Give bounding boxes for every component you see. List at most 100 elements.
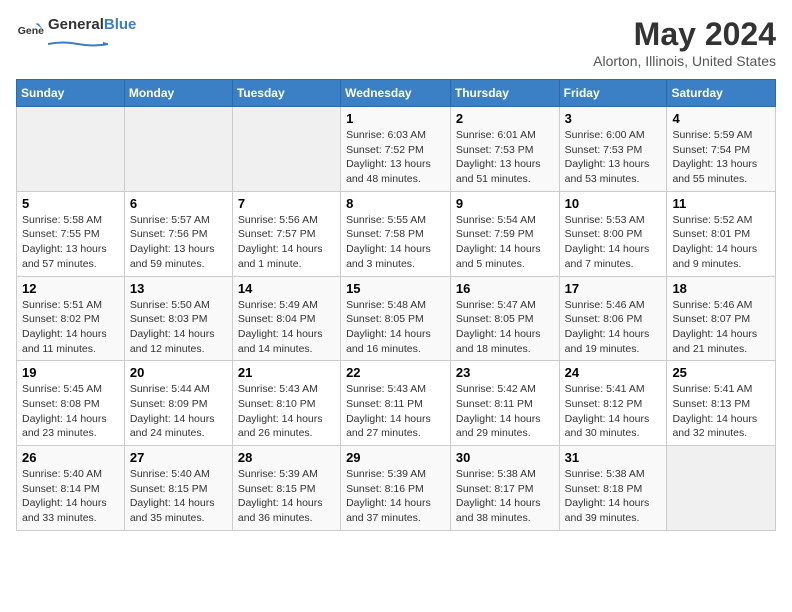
day-number: 11 bbox=[672, 196, 770, 211]
day-cell: 13Sunrise: 5:50 AMSunset: 8:03 PMDayligh… bbox=[124, 276, 232, 361]
logo-icon: General bbox=[16, 20, 44, 48]
day-cell bbox=[17, 107, 125, 192]
day-cell: 10 Sunrise: 5:53 AMSunset: 8:00 PMDayligh… bbox=[559, 191, 667, 276]
main-title: May 2024 bbox=[593, 16, 776, 53]
day-number: 31 bbox=[565, 450, 662, 465]
col-header-sunday: Sunday bbox=[17, 80, 125, 107]
calendar-body: 1 Sunrise: 6:03 AMSunset: 7:52 PMDaylight… bbox=[17, 107, 776, 531]
header: General GeneralBlue May 2024 Alorton, Il… bbox=[16, 16, 776, 69]
day-cell: 6 Sunrise: 5:57 AMSunset: 7:56 PMDaylight… bbox=[124, 191, 232, 276]
day-info: Sunrise: 5:48 AMSunset: 8:05 PMDaylight:… bbox=[346, 298, 445, 357]
day-info: Sunrise: 5:43 AMSunset: 8:10 PMDaylight:… bbox=[238, 382, 335, 441]
day-number: 6 bbox=[130, 196, 227, 211]
day-info: Sunrise: 5:38 AMSunset: 8:17 PMDaylight:… bbox=[456, 467, 554, 526]
calendar-header-row: SundayMondayTuesdayWednesdayThursdayFrid… bbox=[17, 80, 776, 107]
day-info: Sunrise: 5:46 AMSunset: 8:07 PMDaylight:… bbox=[672, 298, 770, 357]
day-cell: 19 Sunrise: 5:45 AMSunset: 8:08 PMDayligh… bbox=[17, 361, 125, 446]
logo: General GeneralBlue bbox=[16, 16, 136, 52]
day-number: 17 bbox=[565, 281, 662, 296]
day-number: 10 bbox=[565, 196, 662, 211]
day-info: Sunrise: 5:41 AMSunset: 8:13 PMDaylight:… bbox=[672, 382, 770, 441]
day-cell: 1 Sunrise: 6:03 AMSunset: 7:52 PMDaylight… bbox=[341, 107, 451, 192]
day-info: Sunrise: 5:40 AMSunset: 8:15 PMDaylight:… bbox=[130, 467, 227, 526]
day-info: Sunrise: 5:57 AMSunset: 7:56 PMDaylight:… bbox=[130, 213, 227, 272]
day-number: 5 bbox=[22, 196, 119, 211]
day-info: Sunrise: 5:45 AMSunset: 8:08 PMDaylight:… bbox=[22, 382, 119, 441]
day-info: Sunrise: 6:01 AMSunset: 7:53 PMDaylight:… bbox=[456, 128, 554, 187]
day-info: Sunrise: 5:54 AMSunset: 7:59 PMDaylight:… bbox=[456, 213, 554, 272]
day-number: 18 bbox=[672, 281, 770, 296]
day-cell bbox=[667, 446, 776, 531]
day-info: Sunrise: 5:49 AMSunset: 8:04 PMDaylight:… bbox=[238, 298, 335, 357]
day-cell: 27Sunrise: 5:40 AMSunset: 8:15 PMDayligh… bbox=[124, 446, 232, 531]
day-cell: 20Sunrise: 5:44 AMSunset: 8:09 PMDayligh… bbox=[124, 361, 232, 446]
day-info: Sunrise: 5:59 AMSunset: 7:54 PMDaylight:… bbox=[672, 128, 770, 187]
day-number: 24 bbox=[565, 365, 662, 380]
day-cell: 14Sunrise: 5:49 AMSunset: 8:04 PMDayligh… bbox=[232, 276, 340, 361]
day-number: 2 bbox=[456, 111, 554, 126]
day-number: 25 bbox=[672, 365, 770, 380]
day-number: 28 bbox=[238, 450, 335, 465]
day-number: 16 bbox=[456, 281, 554, 296]
day-cell: 22 Sunrise: 5:43 AMSunset: 8:11 PMDayligh… bbox=[341, 361, 451, 446]
day-cell bbox=[124, 107, 232, 192]
col-header-tuesday: Tuesday bbox=[232, 80, 340, 107]
day-cell: 23 Sunrise: 5:42 AMSunset: 8:11 PMDayligh… bbox=[450, 361, 559, 446]
day-number: 4 bbox=[672, 111, 770, 126]
day-info: Sunrise: 5:40 AMSunset: 8:14 PMDaylight:… bbox=[22, 467, 119, 526]
day-info: Sunrise: 5:50 AMSunset: 8:03 PMDaylight:… bbox=[130, 298, 227, 357]
day-info: Sunrise: 6:03 AMSunset: 7:52 PMDaylight:… bbox=[346, 128, 445, 187]
day-cell: 18 Sunrise: 5:46 AMSunset: 8:07 PMDayligh… bbox=[667, 276, 776, 361]
week-row-5: 26 Sunrise: 5:40 AMSunset: 8:14 PMDayligh… bbox=[17, 446, 776, 531]
day-number: 22 bbox=[346, 365, 445, 380]
day-cell: 4 Sunrise: 5:59 AMSunset: 7:54 PMDaylight… bbox=[667, 107, 776, 192]
day-cell: 11 Sunrise: 5:52 AMSunset: 8:01 PMDayligh… bbox=[667, 191, 776, 276]
day-cell: 7 Sunrise: 5:56 AMSunset: 7:57 PMDaylight… bbox=[232, 191, 340, 276]
day-cell: 28Sunrise: 5:39 AMSunset: 8:15 PMDayligh… bbox=[232, 446, 340, 531]
day-info: Sunrise: 5:47 AMSunset: 8:05 PMDaylight:… bbox=[456, 298, 554, 357]
day-cell: 8 Sunrise: 5:55 AMSunset: 7:58 PMDaylight… bbox=[341, 191, 451, 276]
day-cell: 29Sunrise: 5:39 AMSunset: 8:16 PMDayligh… bbox=[341, 446, 451, 531]
day-number: 8 bbox=[346, 196, 445, 211]
day-info: Sunrise: 5:43 AMSunset: 8:11 PMDaylight:… bbox=[346, 382, 445, 441]
day-cell: 21 Sunrise: 5:43 AMSunset: 8:10 PMDayligh… bbox=[232, 361, 340, 446]
subtitle: Alorton, Illinois, United States bbox=[593, 53, 776, 69]
day-info: Sunrise: 5:51 AMSunset: 8:02 PMDaylight:… bbox=[22, 298, 119, 357]
week-row-1: 1 Sunrise: 6:03 AMSunset: 7:52 PMDaylight… bbox=[17, 107, 776, 192]
day-number: 30 bbox=[456, 450, 554, 465]
col-header-friday: Friday bbox=[559, 80, 667, 107]
day-number: 9 bbox=[456, 196, 554, 211]
day-number: 19 bbox=[22, 365, 119, 380]
day-cell: 31 Sunrise: 5:38 AMSunset: 8:18 PMDayligh… bbox=[559, 446, 667, 531]
day-number: 15 bbox=[346, 281, 445, 296]
day-info: Sunrise: 5:38 AMSunset: 8:18 PMDaylight:… bbox=[565, 467, 662, 526]
calendar-table: SundayMondayTuesdayWednesdayThursdayFrid… bbox=[16, 79, 776, 531]
day-cell: 3Sunrise: 6:00 AMSunset: 7:53 PMDaylight… bbox=[559, 107, 667, 192]
day-info: Sunrise: 5:58 AMSunset: 7:55 PMDaylight:… bbox=[22, 213, 119, 272]
week-row-3: 12Sunrise: 5:51 AMSunset: 8:02 PMDayligh… bbox=[17, 276, 776, 361]
day-info: Sunrise: 5:42 AMSunset: 8:11 PMDaylight:… bbox=[456, 382, 554, 441]
day-info: Sunrise: 6:00 AMSunset: 7:53 PMDaylight:… bbox=[565, 128, 662, 187]
week-row-4: 19 Sunrise: 5:45 AMSunset: 8:08 PMDayligh… bbox=[17, 361, 776, 446]
day-number: 1 bbox=[346, 111, 445, 126]
day-number: 7 bbox=[238, 196, 335, 211]
day-cell: 25 Sunrise: 5:41 AMSunset: 8:13 PMDayligh… bbox=[667, 361, 776, 446]
day-number: 21 bbox=[238, 365, 335, 380]
day-number: 23 bbox=[456, 365, 554, 380]
day-info: Sunrise: 5:52 AMSunset: 8:01 PMDaylight:… bbox=[672, 213, 770, 272]
day-cell: 26 Sunrise: 5:40 AMSunset: 8:14 PMDayligh… bbox=[17, 446, 125, 531]
week-row-2: 5 Sunrise: 5:58 AMSunset: 7:55 PMDaylight… bbox=[17, 191, 776, 276]
day-info: Sunrise: 5:44 AMSunset: 8:09 PMDaylight:… bbox=[130, 382, 227, 441]
day-cell: 12Sunrise: 5:51 AMSunset: 8:02 PMDayligh… bbox=[17, 276, 125, 361]
day-info: Sunrise: 5:55 AMSunset: 7:58 PMDaylight:… bbox=[346, 213, 445, 272]
day-number: 26 bbox=[22, 450, 119, 465]
day-cell: 2 Sunrise: 6:01 AMSunset: 7:53 PMDaylight… bbox=[450, 107, 559, 192]
day-cell bbox=[232, 107, 340, 192]
title-area: May 2024 Alorton, Illinois, United State… bbox=[593, 16, 776, 69]
day-info: Sunrise: 5:53 AMSunset: 8:00 PMDaylight:… bbox=[565, 213, 662, 272]
day-info: Sunrise: 5:56 AMSunset: 7:57 PMDaylight:… bbox=[238, 213, 335, 272]
day-info: Sunrise: 5:41 AMSunset: 8:12 PMDaylight:… bbox=[565, 382, 662, 441]
col-header-thursday: Thursday bbox=[450, 80, 559, 107]
logo-general-text: General bbox=[48, 16, 104, 33]
col-header-monday: Monday bbox=[124, 80, 232, 107]
